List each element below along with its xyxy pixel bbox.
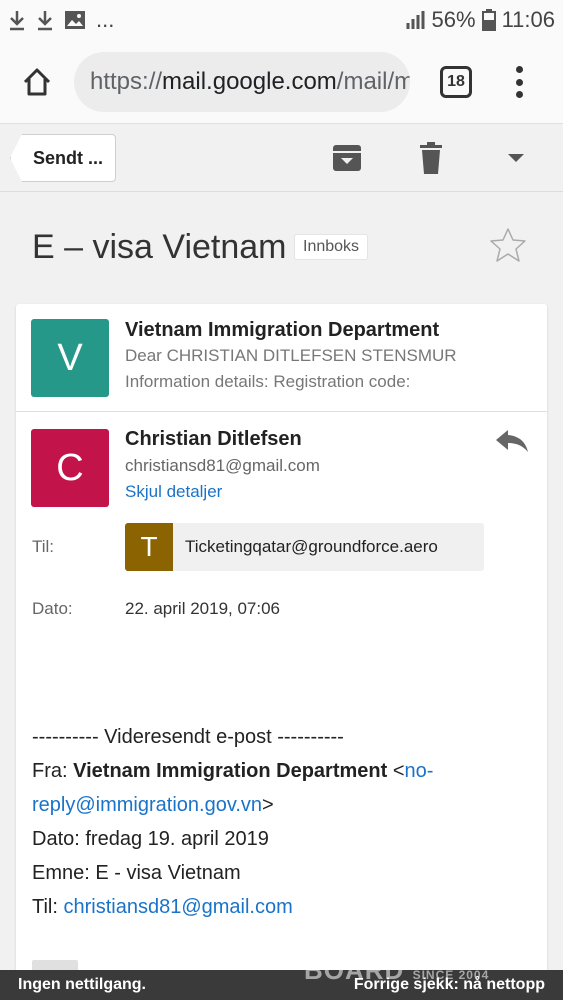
status-bar: ... 56% 11:06 (0, 0, 563, 40)
browser-toolbar: https://mail.google.com/mail/mu/mp 18 (0, 40, 563, 124)
forward-from-line-cont: reply@immigration.gov.vn> (32, 788, 532, 822)
thread-subject: E – visa Vietnam (32, 228, 287, 266)
forward-subject-line: Emne: E - visa Vietnam (32, 862, 241, 884)
reply-icon[interactable] (494, 426, 530, 456)
snippet-line: Dear CHRISTIAN DITLEFSEN STENSMUR (125, 346, 457, 365)
collapsed-message[interactable]: V Vietnam Immigration Department Dear CH… (16, 304, 547, 412)
thread-header: E – visa Vietnam Innboks (0, 200, 563, 296)
recipient-chip[interactable]: T Ticketingqatar@groundforce.aero (125, 523, 484, 571)
clock: 11:06 (501, 7, 555, 32)
download-icon (10, 11, 24, 31)
archive-icon (333, 145, 361, 171)
avatar: C (31, 429, 109, 507)
tab-switcher-button[interactable]: 18 (440, 66, 472, 98)
tab-count: 18 (447, 73, 465, 90)
from-email-link[interactable]: reply@immigration.gov.vn (32, 794, 262, 816)
watermark-logo: BOARD SINCE 2004 (304, 955, 489, 986)
snippet-line: Information details: Registration code: (125, 372, 411, 391)
more-notifications: ... (96, 7, 115, 32)
inbox-label[interactable]: Innboks (294, 234, 369, 260)
from-email-link[interactable]: no- (405, 760, 434, 782)
message-body: ---------- Videresendt e-post ----------… (32, 720, 532, 924)
signal-icon (406, 11, 425, 29)
delete-button[interactable] (411, 138, 451, 178)
back-to-sent-button[interactable]: Sendt ... (10, 134, 116, 182)
forward-header: ---------- Videresendt e-post ---------- (32, 726, 344, 748)
forward-from-line: Fra: Vietnam Immigration Department <no- (32, 754, 532, 788)
date-value: 22. april 2019, 07:06 (125, 599, 281, 618)
menu-dot (515, 91, 523, 98)
url-domain: mail.google.com (162, 67, 337, 95)
date-label: Dato: (32, 599, 73, 618)
caret-down-icon (508, 154, 524, 162)
to-label: Til: (32, 896, 58, 918)
from-label: Fra: (32, 760, 68, 782)
trash-icon (420, 142, 442, 174)
sender-name: Christian Ditlefsen (125, 428, 302, 450)
to-label: Til: (32, 537, 55, 556)
home-icon (23, 68, 51, 95)
sender-email: christiansd81@gmail.com (125, 456, 320, 475)
watermark-brand: BOARD (304, 955, 405, 985)
download-icon (38, 11, 52, 31)
from-close-bracket: > (262, 794, 274, 816)
from-open-bracket: < (392, 760, 405, 782)
battery-icon (481, 9, 496, 31)
url-bar[interactable]: https://mail.google.com/mail/mu/mp (74, 51, 410, 112)
recipient-address: Ticketingqatar@groundforce.aero (185, 537, 438, 556)
url-path: /mail/mu/mp (336, 67, 410, 95)
conversation-card: V Vietnam Immigration Department Dear CH… (16, 304, 547, 984)
url-scheme: https:// (90, 67, 163, 95)
offline-message: Ingen nettilgang. (18, 976, 146, 993)
image-icon (65, 11, 85, 29)
sender-name: Vietnam Immigration Department (125, 319, 440, 341)
from-name: Vietnam Immigration Department (73, 760, 388, 782)
mail-toolbar: Sendt ... (0, 124, 563, 192)
archive-button[interactable] (327, 138, 367, 178)
more-actions-button[interactable] (496, 138, 536, 178)
menu-dot (515, 66, 523, 73)
hide-details-link[interactable]: Skjul detaljer (125, 482, 222, 502)
star-icon[interactable] (488, 226, 528, 266)
browser-menu-button[interactable] (506, 62, 532, 102)
menu-dot (515, 78, 523, 86)
home-button[interactable] (0, 40, 74, 124)
forward-date-line: Dato: fredag 19. april 2019 (32, 828, 269, 850)
battery-percent: 56% (431, 7, 476, 32)
avatar: V (31, 319, 109, 397)
recipient-avatar: T (125, 523, 173, 571)
to-email-link[interactable]: christiansd81@gmail.com (63, 896, 292, 918)
watermark-since: SINCE 2004 (412, 968, 490, 982)
forward-to-line: Til: christiansd81@gmail.com (32, 890, 532, 924)
